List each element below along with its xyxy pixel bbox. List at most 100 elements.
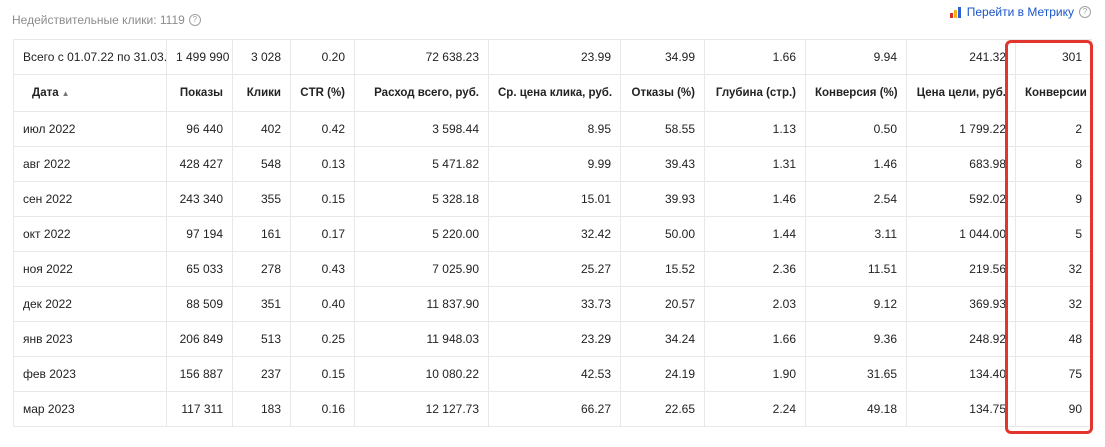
metric-cell: 34.24: [620, 321, 705, 357]
metric-cell: 20.57: [620, 286, 705, 322]
metric-cell: 206 849: [166, 321, 233, 357]
metric-cell: 402: [232, 111, 291, 147]
metric-cell: 0.50: [805, 111, 907, 147]
column-header-label: CTR (%): [300, 87, 345, 99]
metric-cell: 10 080.22: [354, 356, 489, 392]
column-header[interactable]: Ср. цена клика, руб.: [488, 74, 621, 112]
metric-cell: 1.13: [704, 111, 806, 147]
metric-cell: 11.51: [805, 251, 907, 287]
statistics-table: Всего с 01.07.22 по 31.03.23 1 499 990 3 0…: [13, 39, 1092, 427]
metric-cell: 513: [232, 321, 291, 357]
metric-cell: 25.27: [488, 251, 621, 287]
totals-cell: 301: [1015, 39, 1092, 75]
column-header-label: Клики: [246, 87, 281, 99]
date-cell: дек 2022: [13, 286, 167, 322]
help-icon[interactable]: ?: [188, 14, 201, 26]
metric-cell: 548: [232, 146, 291, 182]
table-row: ноя 2022 65 033 278 0.43 7 025.90 25.27 15.52 2…: [13, 251, 1092, 287]
metric-cell: 1 799.22: [906, 111, 1016, 147]
column-header[interactable]: Глубина (стр.): [704, 74, 806, 112]
metric-cell: 32: [1015, 251, 1092, 287]
column-header-label: Конверсия (%): [815, 87, 898, 99]
report-toolbar: Недействительные клики: 1119 ? Перейти в…: [0, 0, 1105, 36]
go-to-metrika-label: Перейти в Метрику: [966, 5, 1074, 19]
metric-cell: 11 837.90: [354, 286, 489, 322]
metric-cell: 15.01: [488, 181, 621, 217]
metric-cell: 9.99: [488, 146, 621, 182]
table-row: июл 2022 96 440 402 0.42 3 598.44 8.95 58.55 1.…: [13, 111, 1092, 147]
metric-cell: 39.43: [620, 146, 705, 182]
metric-cell: 3 598.44: [354, 111, 489, 147]
metric-cell: 0.17: [290, 216, 355, 252]
metric-cell: 22.65: [620, 391, 705, 427]
metric-cell: 1.90: [704, 356, 806, 392]
metric-cell: 32.42: [488, 216, 621, 252]
metric-cell: 3.11: [805, 216, 907, 252]
date-cell: янв 2023: [13, 321, 167, 357]
metric-cell: 97 194: [166, 216, 233, 252]
column-header-label: Ср. цена клика, руб.: [498, 87, 613, 99]
metric-cell: 1 044.00: [906, 216, 1016, 252]
metric-cell: 134.40: [906, 356, 1016, 392]
metric-cell: 75: [1015, 356, 1092, 392]
metric-cell: 8: [1015, 146, 1092, 182]
metric-cell: 2.36: [704, 251, 806, 287]
date-cell: мар 2023: [13, 391, 167, 427]
column-header-label: Отказы (%): [631, 87, 696, 99]
totals-cell: 241.32: [906, 39, 1016, 75]
metric-cell: 9: [1015, 181, 1092, 217]
metric-cell: 156 887: [166, 356, 233, 392]
metric-cell: 7 025.90: [354, 251, 489, 287]
metric-cell: 5 328.18: [354, 181, 489, 217]
go-to-metrika-link[interactable]: Перейти в Метрику ?: [949, 5, 1091, 19]
metric-cell: 5 220.00: [354, 216, 489, 252]
metric-cell: 5 471.82: [354, 146, 489, 182]
column-header[interactable]: Отказы (%): [620, 74, 705, 112]
totals-row: Всего с 01.07.22 по 31.03.23 1 499 990 3 0…: [13, 39, 1092, 75]
metric-cell: 248.92: [906, 321, 1016, 357]
metric-cell: 219.56: [906, 251, 1016, 287]
metric-cell: 2.03: [704, 286, 806, 322]
metric-cell: 0.13: [290, 146, 355, 182]
metric-cell: 355: [232, 181, 291, 217]
metric-cell: 49.18: [805, 391, 907, 427]
metric-cell: 117 311: [166, 391, 233, 427]
metric-cell: 0.16: [290, 391, 355, 427]
metric-cell: 90: [1015, 391, 1092, 427]
column-header[interactable]: Конверсия (%): [805, 74, 907, 112]
metric-cell: 134.75: [906, 391, 1016, 427]
metric-cell: 2.54: [805, 181, 907, 217]
sort-ascending-icon[interactable]: ▲: [62, 89, 70, 98]
totals-label: Всего с 01.07.22 по 31.03.23: [13, 39, 167, 75]
column-header[interactable]: Показы: [166, 74, 233, 112]
metric-cell: 0.15: [290, 181, 355, 217]
column-header[interactable]: Дата ▲: [13, 74, 167, 112]
column-header[interactable]: Цена цели, руб.: [906, 74, 1016, 112]
totals-cell: 1 499 990: [166, 39, 233, 75]
metric-cell: 161: [232, 216, 291, 252]
column-header[interactable]: Конверсии: [1015, 74, 1092, 112]
metric-cell: 592.02: [906, 181, 1016, 217]
metric-cell: 0.40: [290, 286, 355, 322]
metric-cell: 12 127.73: [354, 391, 489, 427]
totals-cell: 3 028: [232, 39, 291, 75]
table-row: окт 2022 97 194 161 0.17 5 220.00 32.42 50.00 1…: [13, 216, 1092, 252]
column-header-label: Дата: [32, 87, 59, 99]
metric-cell: 1.46: [805, 146, 907, 182]
metric-cell: 32: [1015, 286, 1092, 322]
metric-cell: 9.36: [805, 321, 907, 357]
totals-cell: 0.20: [290, 39, 355, 75]
totals-cell: 9.94: [805, 39, 907, 75]
metric-cell: 24.19: [620, 356, 705, 392]
metric-cell: 278: [232, 251, 291, 287]
date-cell: июл 2022: [13, 111, 167, 147]
metric-cell: 1.31: [704, 146, 806, 182]
bar-chart-icon: [949, 6, 962, 18]
column-header[interactable]: CTR (%): [290, 74, 355, 112]
column-header[interactable]: Расход всего, руб.: [354, 74, 489, 112]
column-header[interactable]: Клики: [232, 74, 291, 112]
statistics-table-container: Всего с 01.07.22 по 31.03.23 1 499 990 3 0…: [13, 39, 1092, 427]
metric-cell: 8.95: [488, 111, 621, 147]
help-icon[interactable]: ?: [1079, 6, 1091, 18]
totals-cell: 1.66: [704, 39, 806, 75]
